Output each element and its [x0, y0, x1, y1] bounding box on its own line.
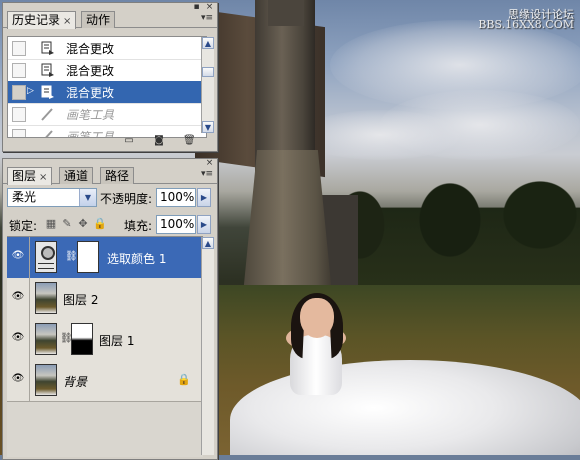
history-state-row[interactable]: 混合更改 [8, 37, 206, 60]
scroll-up-icon[interactable]: ▲ [202, 237, 214, 249]
layer-name: 选取颜色 1 [107, 252, 167, 266]
tab-close-icon[interactable]: × [63, 16, 71, 27]
snapshot-icon[interactable]: ◙ [153, 135, 165, 146]
scroll-up-icon[interactable]: ▲ [202, 37, 214, 49]
watermark-url: BBS.16XX8.COM [478, 18, 574, 31]
lock-all-icon[interactable]: 🔒 [93, 217, 107, 230]
scroll-thumb[interactable] [202, 67, 214, 77]
adjustment-layer-thumbnail [35, 241, 57, 273]
layer-name: 图层 1 [99, 334, 135, 348]
opacity-input[interactable]: 100% [156, 188, 196, 207]
history-brush-source-box[interactable] [12, 63, 26, 78]
history-state-label: 画笔工具 [66, 108, 115, 122]
tab-layers-label: 图层 [12, 169, 37, 183]
fill-slider-arrow-icon[interactable]: ▶ [197, 215, 211, 234]
tab-close-icon[interactable]: × [39, 172, 47, 183]
blend-mode-value: 柔光 [12, 190, 37, 204]
chevron-down-icon[interactable]: ▼ [79, 189, 96, 206]
opacity-label: 不透明度: [100, 192, 153, 206]
layers-list: 👁 ⛓ 选取颜色 1 👁 图层 2 👁 ⛓ 图层 1 👁 背景 🔒 [7, 236, 203, 457]
brush-tool-icon [40, 107, 54, 121]
layer-row-background[interactable]: 👁 背景 🔒 [7, 360, 203, 402]
layer-row[interactable]: 👁 图层 2 [7, 278, 203, 320]
scroll-down-icon[interactable]: ▼ [202, 121, 214, 133]
lock-position-icon[interactable]: ✥ [77, 217, 89, 230]
history-state-row-selected[interactable]: ▷ 混合更改 [8, 81, 206, 104]
history-list: 混合更改 混合更改 ▷ 混合更改 画笔工具 画笔工具 [7, 36, 207, 138]
panel-menu-icon[interactable]: ▾≡ [201, 13, 213, 23]
layer-name: 图层 2 [63, 293, 99, 307]
history-state-row[interactable]: 混合更改 [8, 59, 206, 82]
history-footer: ▭ ◙ 🗑 [103, 134, 203, 148]
layer-mask-thumbnail[interactable] [71, 323, 93, 355]
fill-value: 100% [160, 217, 195, 231]
history-state-label: 混合更改 [66, 64, 115, 78]
blend-mode-select[interactable]: 柔光 ▼ [7, 188, 97, 207]
eye-icon: 👁 [11, 373, 25, 384]
tab-history-label: 历史记录 [12, 13, 61, 27]
tab-channels[interactable]: 通道 [59, 167, 94, 184]
tab-paths-label: 路径 [105, 169, 130, 183]
eye-icon: 👁 [11, 332, 25, 343]
tab-history[interactable]: 历史记录 × [7, 11, 77, 29]
blend-change-icon [40, 63, 54, 77]
visibility-toggle[interactable]: 👁 [7, 319, 30, 360]
layer-row[interactable]: 👁 ⛓ 图层 1 [7, 319, 203, 361]
tab-actions-label: 动作 [86, 13, 111, 27]
history-panel: ▪ × 历史记录 × 动作 ▾≡ 混合更改 混合更改 ▷ 混合更改 画笔工具 画… [2, 2, 218, 152]
layers-tabs: 图层 × 通道 路径 ▾≡ [3, 165, 217, 185]
layer-row-selected[interactable]: 👁 ⛓ 选取颜色 1 [7, 237, 203, 279]
tab-layers[interactable]: 图层 × [7, 167, 53, 185]
layers-scrollbar[interactable]: ▲ [201, 237, 214, 455]
history-state-label: 混合更改 [66, 86, 115, 100]
layer-mask-thumbnail[interactable] [77, 241, 99, 273]
visibility-toggle[interactable]: 👁 [7, 360, 30, 401]
panel-menu-icon[interactable]: ▾≡ [201, 169, 213, 179]
history-state-row[interactable]: 画笔工具 [8, 103, 206, 126]
blend-change-icon [40, 85, 54, 99]
opacity-value: 100% [160, 190, 195, 204]
history-state-label: 混合更改 [66, 42, 115, 56]
history-scrollbar[interactable]: ▲ ▼ [201, 37, 214, 133]
brush-tool-icon [40, 129, 54, 137]
layer-thumbnail [35, 323, 57, 355]
history-state-pointer-icon: ▷ [27, 86, 34, 96]
layer-thumbnail [35, 282, 57, 314]
history-brush-source-box[interactable] [12, 41, 26, 56]
fill-input[interactable]: 100% [156, 215, 196, 234]
visibility-toggle[interactable]: 👁 [7, 278, 30, 319]
link-chain-icon[interactable]: ⛓ [65, 251, 78, 262]
layers-panel: × 图层 × 通道 路径 ▾≡ 柔光 ▼ 不透明度: 100% ▶ 锁定: ▦ ✎… [2, 158, 218, 460]
lock-icon: 🔒 [177, 373, 191, 386]
history-brush-source-box[interactable] [12, 107, 26, 122]
lock-label: 锁定: [9, 219, 38, 233]
lock-image-pixels-icon[interactable]: ✎ [61, 217, 73, 230]
history-brush-source-box[interactable] [12, 129, 26, 137]
history-brush-source-box[interactable] [12, 85, 26, 100]
tab-paths[interactable]: 路径 [100, 167, 135, 184]
history-tabs: 历史记录 × 动作 ▾≡ [3, 9, 217, 29]
trash-icon[interactable]: 🗑 [183, 135, 196, 146]
opacity-slider-arrow-icon[interactable]: ▶ [197, 188, 211, 207]
tab-actions[interactable]: 动作 [81, 11, 116, 28]
eye-icon: 👁 [11, 250, 25, 261]
tab-channels-label: 通道 [64, 169, 89, 183]
layer-thumbnail [35, 364, 57, 396]
blend-change-icon [40, 41, 54, 55]
eye-icon: 👁 [11, 291, 25, 302]
lock-transparency-icon[interactable]: ▦ [45, 217, 57, 230]
new-document-from-state-icon[interactable]: ▭ [123, 135, 135, 146]
visibility-toggle[interactable]: 👁 [7, 237, 30, 278]
fill-label: 填充: [124, 219, 153, 233]
layer-name: 背景 [63, 375, 88, 389]
